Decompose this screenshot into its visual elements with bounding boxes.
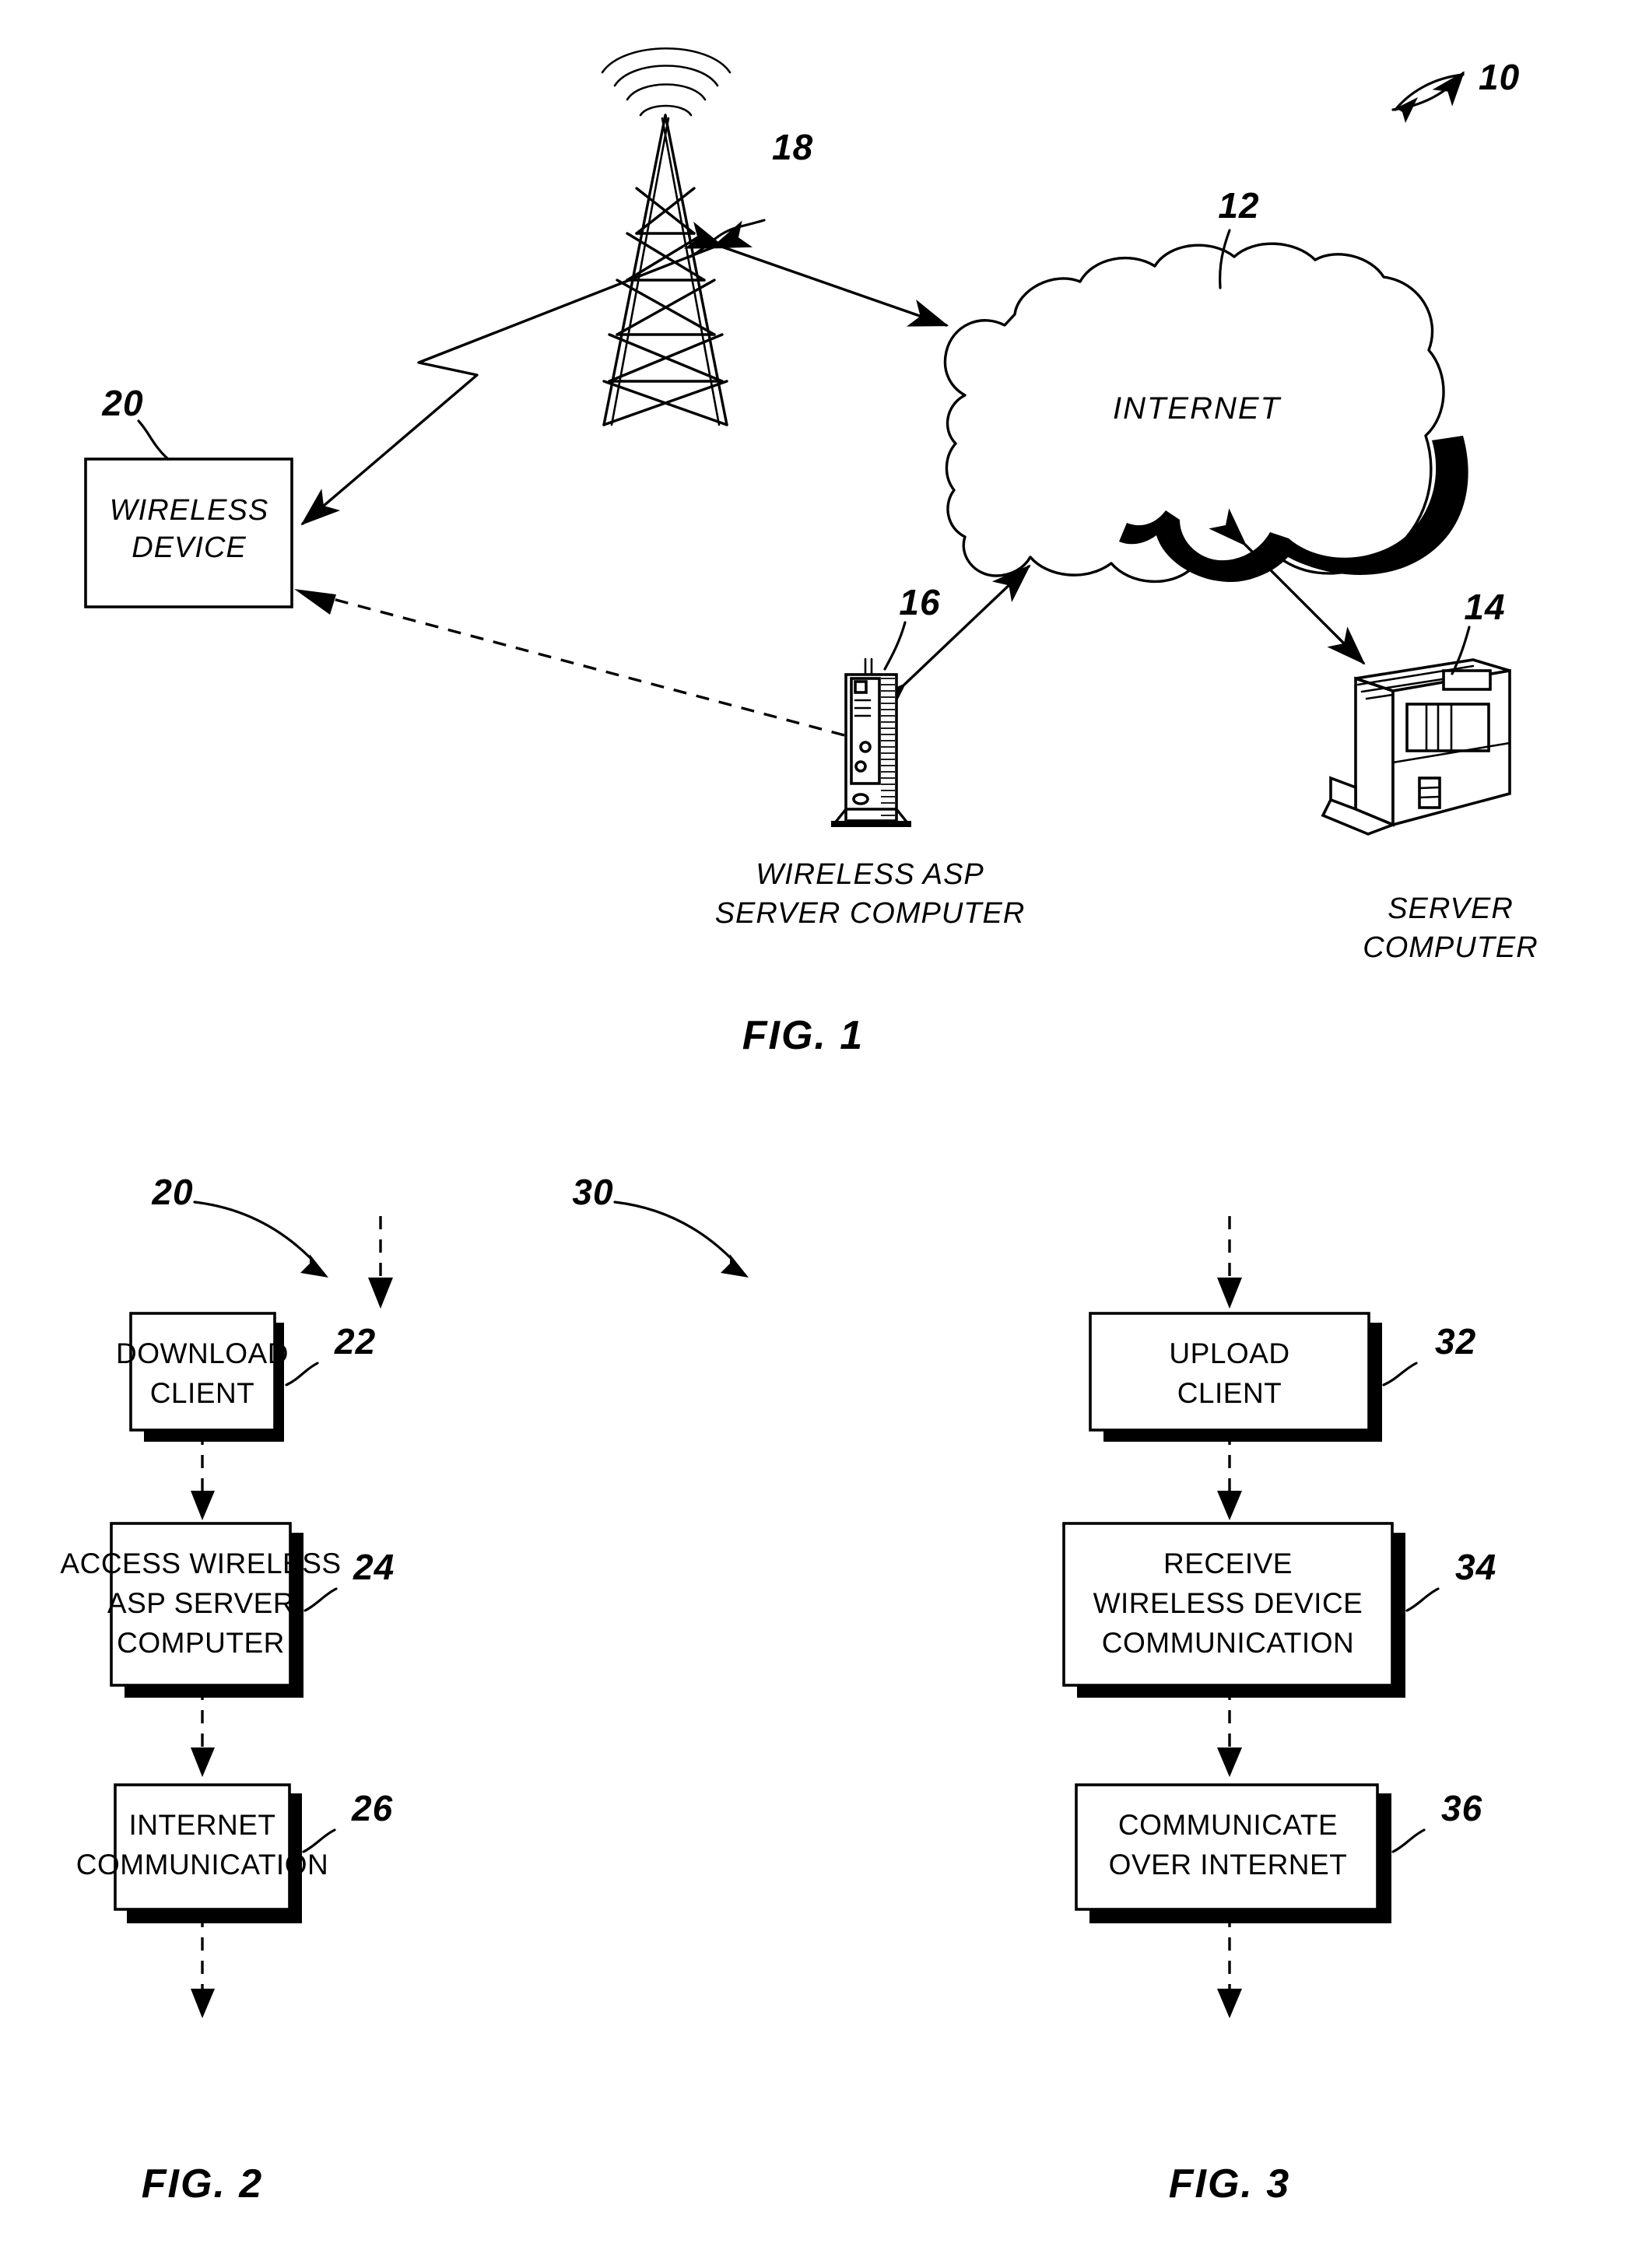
fig3-step-1-line-1: UPLOAD <box>1169 1337 1289 1369</box>
cloud-ref-12-leader <box>1219 229 1231 289</box>
fig1-wireless-device-label-2: DEVICE <box>132 531 246 564</box>
fig2-step-1-ref-leader <box>285 1362 319 1386</box>
fig1-server-ref: 14 <box>1464 587 1505 627</box>
fig3-step-2-line-2: WIRELESS DEVICE <box>1093 1587 1363 1619</box>
asp-server-ref-16-leader <box>883 621 907 671</box>
fig2-step-1-ref: 22 <box>334 1321 376 1362</box>
fig2-step-2-line-2: ASP SERVER <box>107 1587 294 1619</box>
server-computer-icon <box>1321 658 1511 836</box>
fig2-step-2-ref-leader <box>303 1587 338 1612</box>
fig3-step-1-ref: 32 <box>1435 1321 1476 1362</box>
fig2-step-3-line-1: INTERNET <box>129 1809 276 1841</box>
fig2-step-2-line-3: COMPUTER <box>117 1627 285 1659</box>
wireless-device-ref-20-leader <box>137 419 170 461</box>
fig1-wireless-device-ref: 20 <box>101 383 143 423</box>
fig3-step-3-ref: 36 <box>1441 1788 1482 1828</box>
fig1-wireless-device-label-1: WIRELESS <box>110 494 268 527</box>
asp-server-icon <box>831 657 911 827</box>
fig2-step-2-line-1: ACCESS WIRELESS <box>60 1548 341 1579</box>
fig1-caption: FIG. 1 <box>742 1013 864 1058</box>
fig3-step-2-ref: 34 <box>1455 1547 1496 1587</box>
fig1-server-label-2: COMPUTER <box>1363 931 1538 964</box>
fig3-caption: FIG. 3 <box>1169 2161 1290 2207</box>
fig3-step-2-line-1: RECEIVE <box>1163 1548 1293 1579</box>
fig3-step-1-line-2: CLIENT <box>1177 1377 1282 1409</box>
wireless-link-zigzag <box>300 220 753 526</box>
fig2-step-1-line-1: DOWNLOAD <box>116 1337 289 1369</box>
fig2-step-2-ref: 24 <box>353 1547 395 1587</box>
fig2-flow-ref-leader <box>193 1201 328 1278</box>
figures-canvas: 10 18 12 INTERNET 20 WIRELESS DEVICE 16 … <box>60 47 1538 2207</box>
fig3-step-2-line-3: COMMUNICATION <box>1102 1627 1354 1659</box>
fig3-step-3-line-1: COMMUNICATE <box>1118 1809 1338 1841</box>
fig2-step-3-line-2: COMMUNICATION <box>76 1849 328 1881</box>
fig1-system-ref: 10 <box>1479 57 1520 97</box>
fig1-cloud-ref: 12 <box>1218 185 1259 226</box>
fig2-step-1-line-2: CLIENT <box>150 1377 255 1409</box>
fig3-flow-ref-leader <box>613 1201 749 1278</box>
system-ref-10-leader <box>1391 71 1465 123</box>
fig2-caption: FIG. 2 <box>142 2161 263 2207</box>
fig1-cloud-label: INTERNET <box>1113 391 1282 426</box>
fig2-flow-ref: 20 <box>151 1172 193 1212</box>
fig3-step-3-ref-leader <box>1391 1828 1426 1853</box>
fig3-step-1-ref-leader <box>1382 1362 1418 1386</box>
patent-drawing-sheet: 10 18 12 INTERNET 20 WIRELESS DEVICE 16 … <box>0 0 1649 2268</box>
radio-tower-icon <box>601 47 732 426</box>
fig3-step-3-line-2: OVER INTERNET <box>1109 1849 1348 1881</box>
fig3-step-2-ref-leader <box>1405 1587 1440 1612</box>
fig2-step-3-ref: 26 <box>351 1788 393 1828</box>
fig1-asp-server-ref: 16 <box>899 582 940 622</box>
fig1-tower-ref: 18 <box>772 127 813 167</box>
fig1-server-label-1: SERVER <box>1388 892 1514 925</box>
asp-device-dashed-link <box>294 589 845 737</box>
tower-cloud-link <box>684 221 949 327</box>
fig1-asp-server-label-1: WIRELESS ASP <box>756 858 984 891</box>
fig3-flow-ref: 30 <box>572 1172 613 1212</box>
fig1-asp-server-label-2: SERVER COMPUTER <box>715 897 1026 930</box>
